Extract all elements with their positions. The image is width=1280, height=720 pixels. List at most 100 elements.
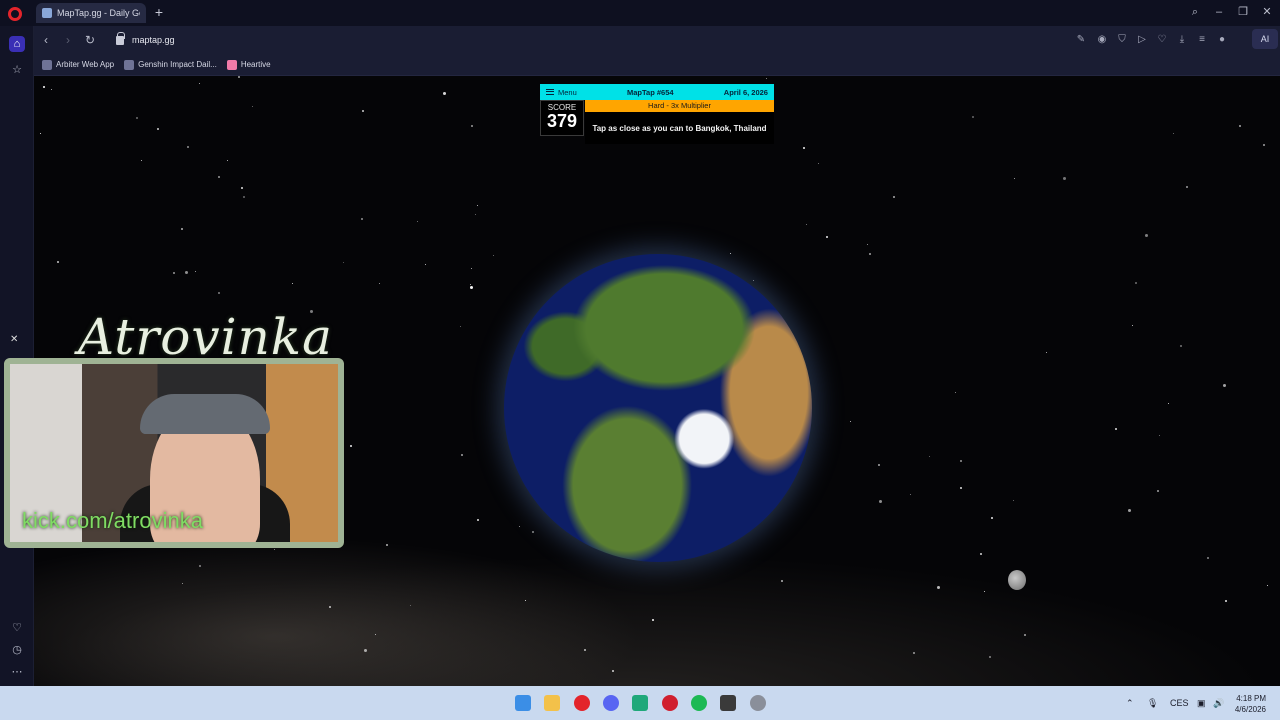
star [730,253,731,254]
star [878,464,880,466]
star [461,454,463,456]
star [781,580,783,582]
star [1128,509,1131,512]
star [375,634,376,635]
bookmark-genshin[interactable]: Genshin Impact Dail... [124,59,217,70]
game-date: April 6, 2026 [723,87,768,97]
star [584,649,586,651]
star [818,163,819,164]
star [1159,435,1160,436]
star [1173,133,1174,134]
earth-globe[interactable] [504,254,812,562]
game-id: MapTap #654 [627,87,674,97]
star [470,286,473,289]
microphone-icon[interactable]: 🎙 [1147,698,1158,709]
play-icon[interactable]: ▷ [1135,33,1149,47]
moon [1008,570,1026,590]
shield-icon[interactable]: ⛉ [1115,33,1129,47]
star [826,236,828,238]
heart-icon[interactable]: ♡ [1155,33,1169,47]
profile-icon[interactable]: ● [1215,33,1229,47]
back-button[interactable]: ‹ [38,32,54,48]
windows-start-icon[interactable] [515,695,531,711]
camera-icon[interactable]: ◉ [1095,33,1109,47]
spotify-icon[interactable] [691,695,707,711]
star [51,89,52,90]
star [195,271,196,272]
reload-button[interactable]: ↻ [82,32,98,48]
star [252,106,253,107]
star [1267,585,1268,586]
tab-maptap[interactable]: MapTap.gg - Daily Geogra [36,3,146,23]
discord-icon[interactable] [603,695,619,711]
file-explorer-icon[interactable] [544,695,560,711]
menu-icon[interactable]: ≡ [1195,33,1209,47]
menu-button[interactable]: Menu [546,88,577,97]
close-window-button[interactable]: ✕ [1258,4,1276,20]
star [199,565,201,567]
star [361,218,363,220]
star [425,264,426,265]
history-icon[interactable]: ◷ [9,642,25,658]
forward-button[interactable]: › [60,32,76,48]
more-icon[interactable]: ⋯ [9,664,25,680]
close-icon: ✕ [10,334,19,345]
star-icon[interactable]: ☆ [9,62,25,78]
bookmark-heartive[interactable]: Heartive [226,59,271,70]
download-icon[interactable]: ⤓ [1175,33,1189,47]
clock[interactable]: 4:18 PM 4/6/2026 [1226,693,1266,715]
star [477,205,478,206]
edit-icon[interactable]: ✎ [1074,33,1088,47]
new-tab-button[interactable]: + [152,4,166,20]
heart-icon[interactable]: ♡ [9,620,25,636]
star [1063,177,1066,180]
star [199,83,200,84]
star [1186,186,1188,188]
hamburger-icon [546,89,554,95]
search-tabs-icon[interactable]: ⌕ [1186,4,1204,20]
star [984,591,985,592]
opera-logo-icon[interactable] [8,7,22,21]
star [227,160,228,161]
star [362,110,364,112]
ai-button[interactable]: AI [1252,29,1278,49]
webcam-overlay: Atrovinka kick.com/atrovinka ✕ [0,308,350,560]
star [157,128,159,130]
app-icon[interactable] [720,695,736,711]
star [475,214,476,215]
tray-chevron-icon[interactable]: ⌃ [1126,698,1134,709]
star [329,606,331,608]
app-icon[interactable] [662,695,678,711]
language-indicator[interactable]: CES [1170,698,1189,708]
ai-label: AI [1260,34,1270,44]
star [43,86,45,88]
app-icon[interactable] [632,695,648,711]
star [136,117,138,119]
volume-icon[interactable]: 🔊 [1213,698,1224,709]
star [218,176,220,178]
opera-icon[interactable] [574,695,590,711]
star [1263,144,1265,146]
star [1157,490,1159,492]
home-icon[interactable]: ⌂ [9,36,25,52]
star [1132,325,1133,326]
settings-icon[interactable] [750,695,766,711]
star [955,392,956,393]
star [913,652,915,654]
url-text: maptap.gg [132,35,175,45]
bookmark-arbiter[interactable]: Arbiter Web App [42,59,114,70]
star [1024,634,1026,636]
star [243,196,245,198]
network-icon[interactable]: ▣ [1197,698,1206,709]
star [187,146,189,148]
minimize-button[interactable]: – [1210,4,1228,20]
restore-button[interactable]: ❐ [1234,4,1252,20]
bookmark-label: Heartive [240,60,271,69]
star [960,487,962,489]
maptap-favicon-icon [42,8,52,18]
url-field[interactable]: maptap.gg [108,30,1108,50]
star [960,460,962,462]
star [867,244,868,245]
star [173,272,175,274]
star [1225,600,1227,602]
